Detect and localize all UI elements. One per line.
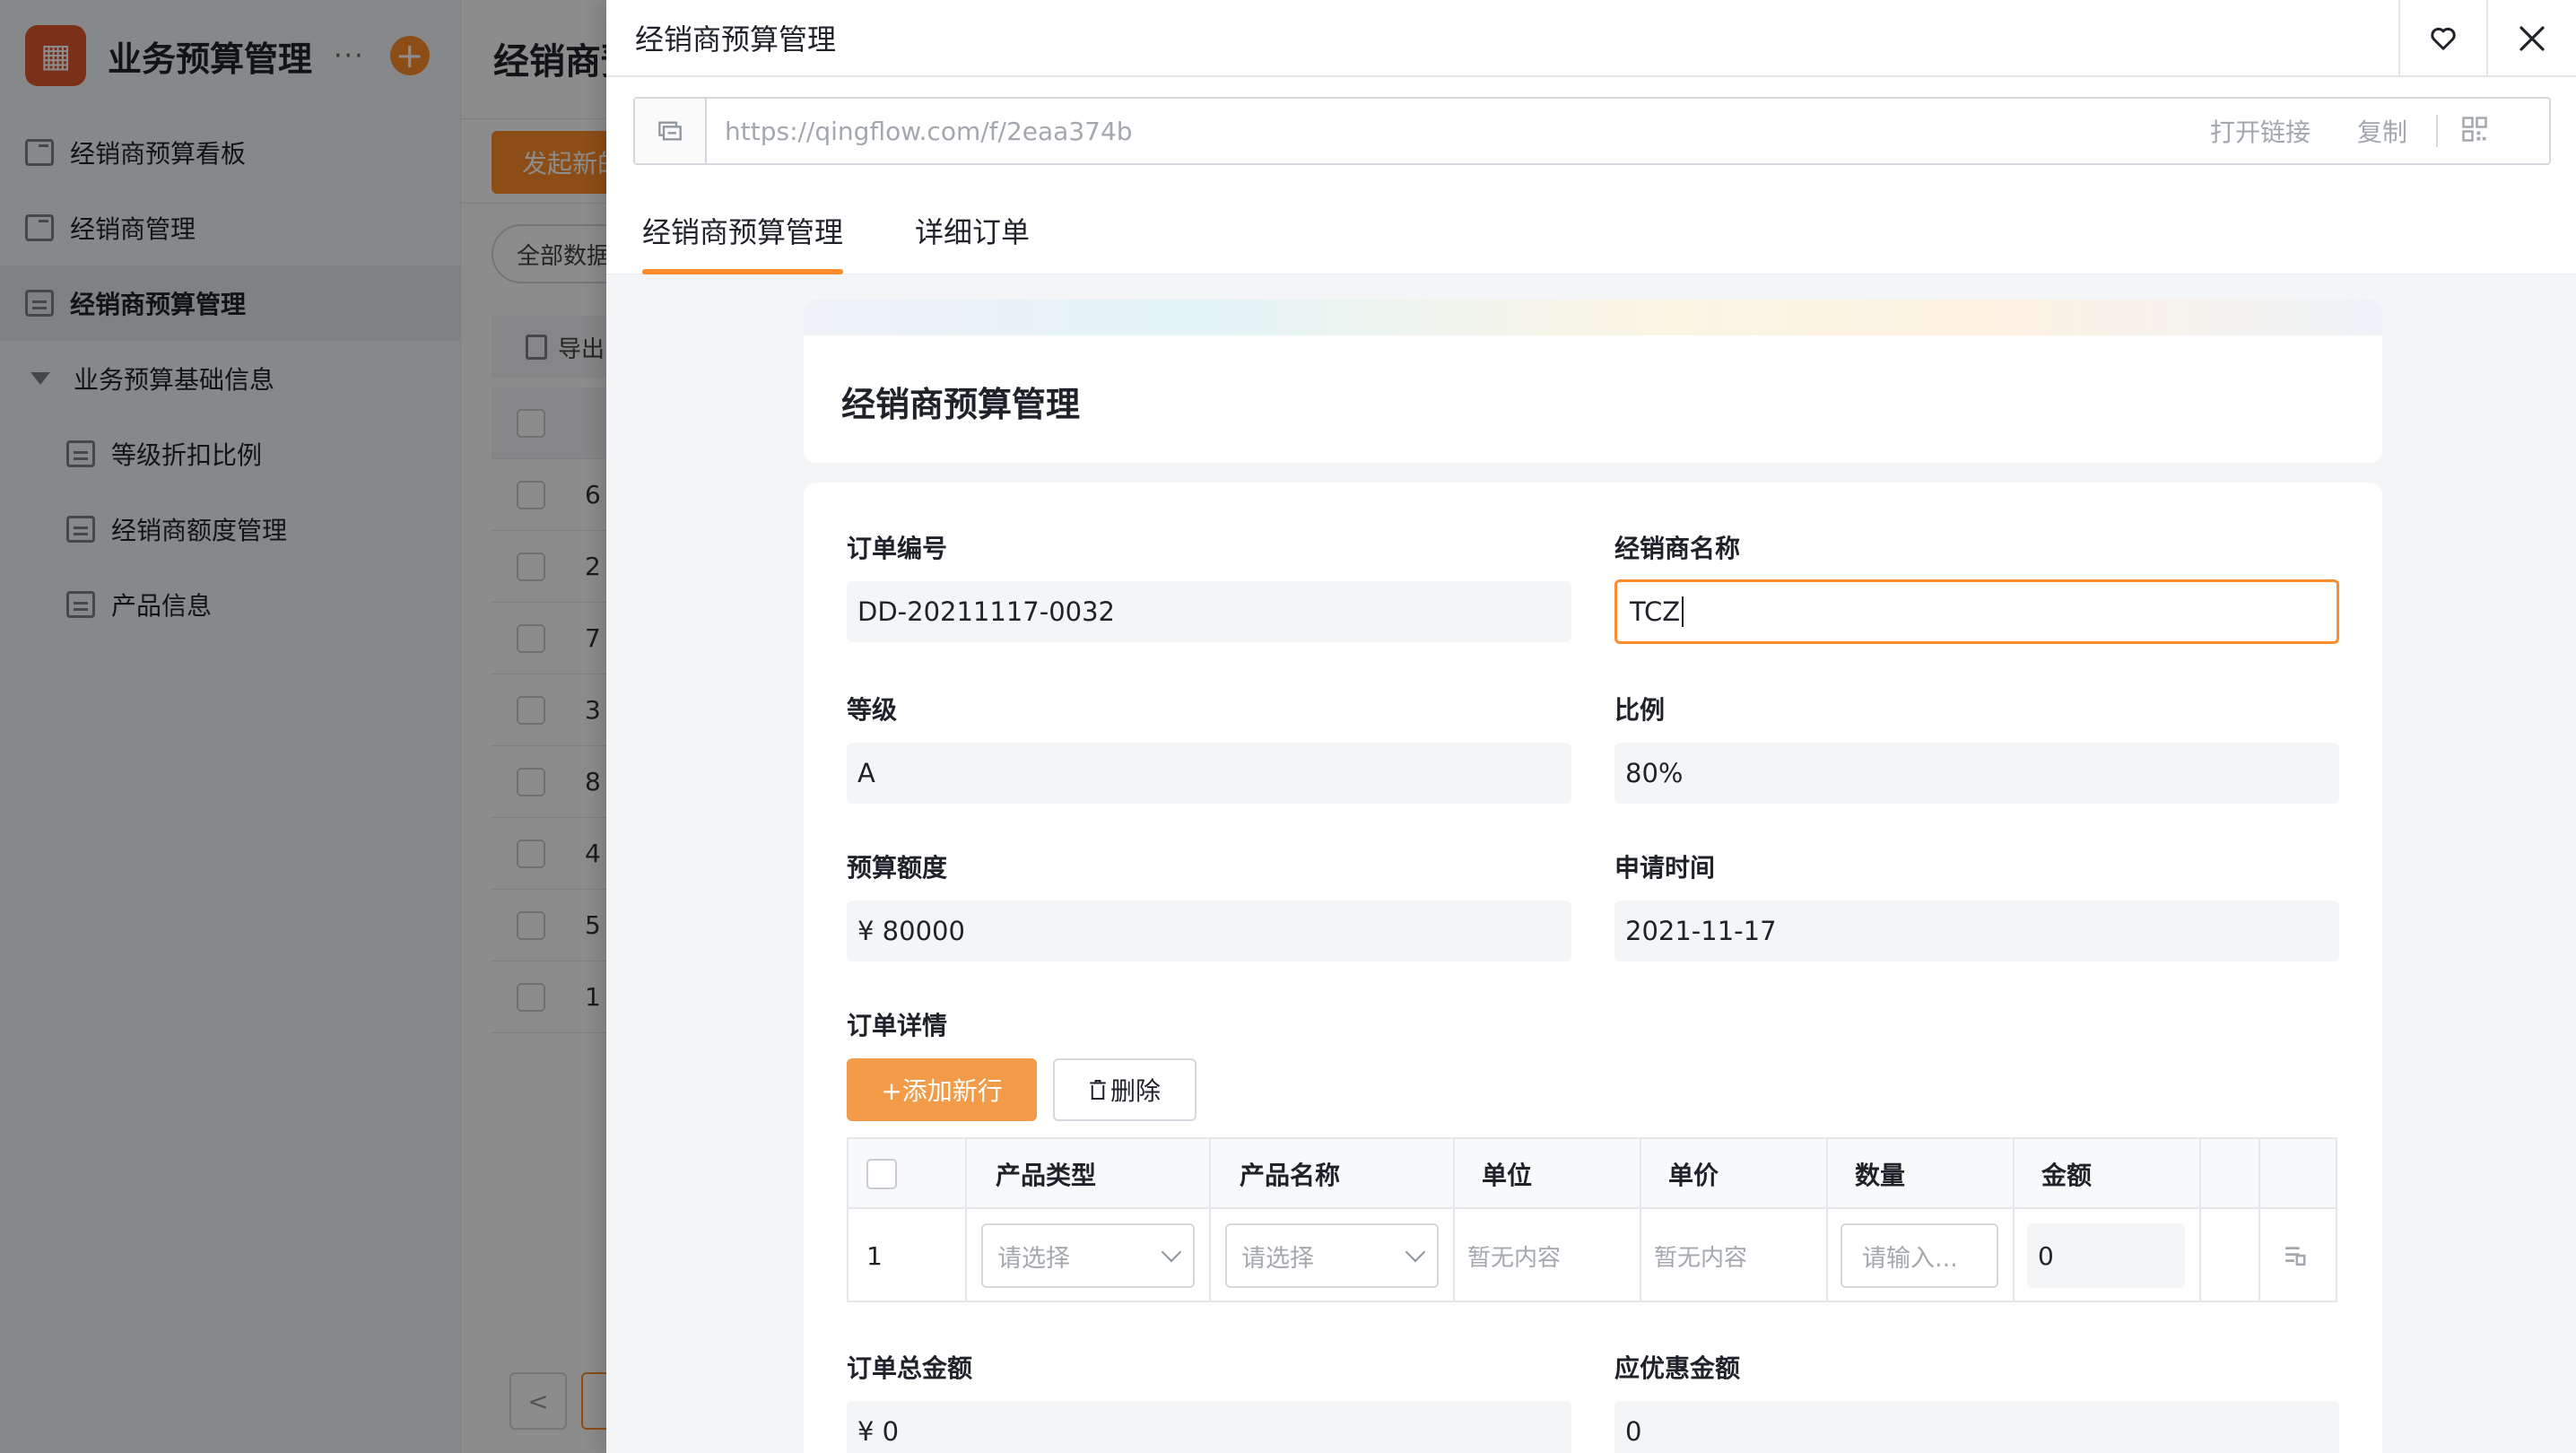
column-header: 数量 xyxy=(1855,1161,1906,1190)
amount-field: 0 xyxy=(2027,1223,2185,1288)
chevron-down-icon xyxy=(1405,1241,1426,1263)
share-url-text[interactable]: https://qingflow.com/f/2eaa374b xyxy=(725,117,2210,146)
product-name-select[interactable]: 请选择 xyxy=(1225,1223,1439,1288)
total-amount-label: 订单总金额 xyxy=(847,1353,973,1383)
budget-label: 预算额度 xyxy=(847,853,948,883)
delete-button[interactable]: 删除 xyxy=(1053,1058,1197,1121)
discount-amount-field: 0 xyxy=(1614,1401,2339,1453)
share-link-bar: https://qingflow.com/f/2eaa374b 打开链接 复制 xyxy=(606,77,2576,187)
budget-value: ¥ 80000 xyxy=(857,916,965,946)
add-row-button[interactable]: +添加新行 xyxy=(847,1058,1037,1121)
tab-detail-orders[interactable]: 详细订单 xyxy=(915,187,1030,274)
order-details-label: 订单详情 xyxy=(847,1011,948,1040)
close-icon xyxy=(2519,26,2545,51)
apply-time-label: 申请时间 xyxy=(1614,853,1716,883)
apply-time-value: 2021-11-17 xyxy=(1625,916,1777,946)
select-placeholder: 请选择 xyxy=(1241,1244,1314,1273)
order-no-label: 订单编号 xyxy=(847,534,948,563)
amount-value: 0 xyxy=(2038,1240,2054,1271)
input-placeholder: 请输入... xyxy=(1862,1244,1958,1273)
select-all-checkbox[interactable] xyxy=(866,1159,897,1189)
link-icon xyxy=(635,99,707,163)
ratio-field: 80% xyxy=(1614,743,2339,804)
level-field: A xyxy=(847,743,1571,804)
column-header: 单价 xyxy=(1668,1161,1719,1190)
text-caret xyxy=(1682,596,1684,627)
discount-amount-label: 应优惠金额 xyxy=(1614,1353,1741,1383)
order-no-value: DD-20211117-0032 xyxy=(857,596,1115,627)
unit-cell: 暂无内容 xyxy=(1467,1244,1562,1272)
trash-icon xyxy=(1090,1080,1106,1100)
open-link-button[interactable]: 打开链接 xyxy=(2210,113,2311,149)
form-header-card: 经销商预算管理 xyxy=(804,300,2382,463)
ratio-value: 80% xyxy=(1625,758,1684,788)
product-type-select[interactable]: 请选择 xyxy=(981,1223,1195,1288)
quantity-input[interactable]: 请输入... xyxy=(1841,1223,1998,1288)
total-amount-value: ¥ 0 xyxy=(857,1416,900,1447)
table-header-row: 产品类型 产品名称 单位 单价 数量 金额 xyxy=(849,1139,2336,1209)
column-header: 金额 xyxy=(2041,1161,2093,1190)
row-index: 1 xyxy=(866,1240,883,1271)
dealer-name-value: TCZ xyxy=(1630,596,1681,627)
total-amount-field: ¥ 0 xyxy=(847,1401,1571,1453)
dealer-name-label: 经销商名称 xyxy=(1614,534,1741,563)
qr-code-icon[interactable] xyxy=(2461,116,2488,146)
column-header: 产品名称 xyxy=(1240,1161,1341,1190)
order-no-field: DD-20211117-0032 xyxy=(847,581,1571,642)
column-header: 产品类型 xyxy=(996,1161,1097,1190)
record-drawer: 经销商预算管理 https://qingflow.com/f/2eaa374b … xyxy=(606,0,2576,1453)
share-link-box: https://qingflow.com/f/2eaa374b 打开链接 复制 xyxy=(633,97,2551,165)
delete-label: 删除 xyxy=(1110,1076,1161,1106)
budget-field: ¥ 80000 xyxy=(847,901,1571,961)
copy-button[interactable]: 复制 xyxy=(2357,113,2407,149)
level-value: A xyxy=(857,758,875,788)
heart-icon xyxy=(2431,27,2456,50)
form-title: 经销商预算管理 xyxy=(841,385,1081,424)
dealer-name-input[interactable]: TCZ xyxy=(1614,579,2339,644)
tab-dealer-budget[interactable]: 经销商预算管理 xyxy=(642,187,844,274)
order-details-table: 产品类型 产品名称 单位 单价 数量 金额 1 请选择 请选择 暂无内容 暂无内… xyxy=(847,1137,2337,1302)
drawer-header: 经销商预算管理 xyxy=(606,0,2576,77)
close-button[interactable] xyxy=(2488,0,2576,77)
chevron-down-icon xyxy=(1161,1241,1182,1263)
header-gradient xyxy=(804,300,2382,335)
drawer-tabs: 经销商预算管理 详细订单 xyxy=(606,187,2576,274)
column-header: 单位 xyxy=(1482,1161,1533,1190)
divider xyxy=(2436,115,2438,147)
select-placeholder: 请选择 xyxy=(997,1244,1070,1273)
discount-amount-value: 0 xyxy=(1625,1416,1642,1447)
row-detail-icon[interactable] xyxy=(2282,1243,2307,1272)
table-row: 1 请选择 请选择 暂无内容 暂无内容 请输入... 0 xyxy=(849,1209,2336,1302)
drawer-title: 经销商预算管理 xyxy=(635,22,837,57)
favorite-button[interactable] xyxy=(2398,0,2488,77)
price-cell: 暂无内容 xyxy=(1654,1244,1748,1272)
ratio-label: 比例 xyxy=(1614,695,1666,725)
level-label: 等级 xyxy=(847,695,898,725)
form-body-card: 订单编号 DD-20211117-0032 经销商名称 TCZ 等级 A 比例 … xyxy=(804,483,2382,1453)
apply-time-field: 2021-11-17 xyxy=(1614,901,2339,961)
